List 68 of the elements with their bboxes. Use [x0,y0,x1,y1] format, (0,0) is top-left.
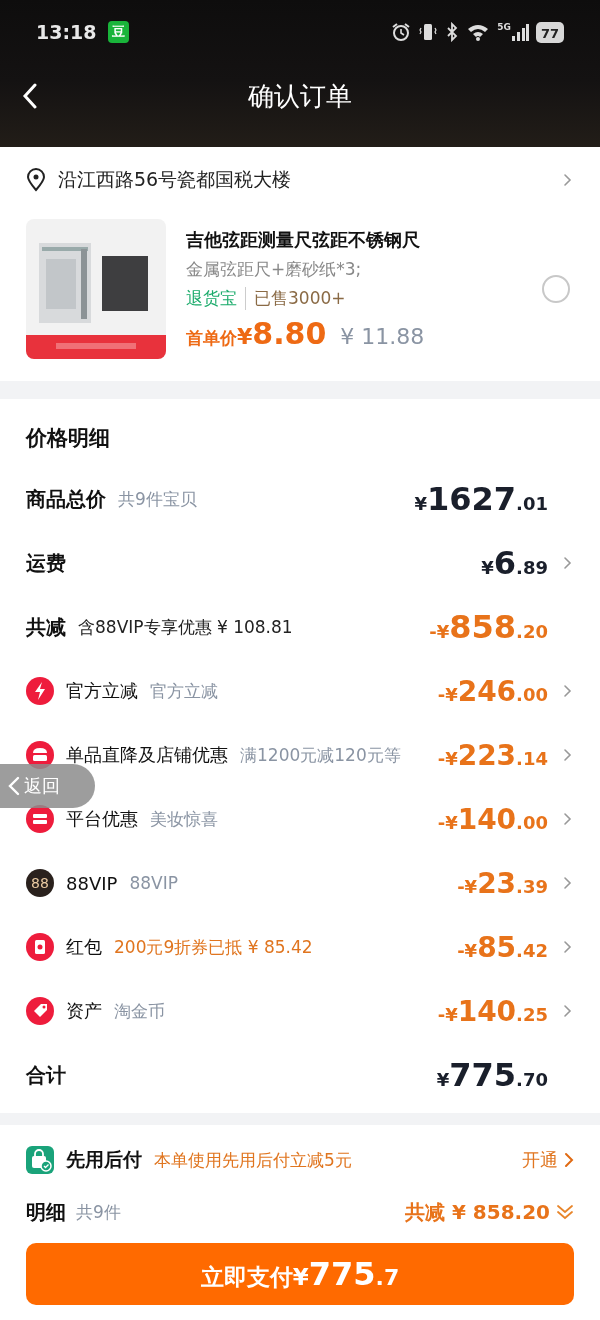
summary-label: 明细 [26,1198,66,1226]
row-note: 官方立减 [150,679,218,703]
product-spec: 金属弦距尺+磨砂纸*3; [186,257,363,281]
vip-badge-icon: 88 [26,869,54,897]
row-note: 满1200元减120元等 [240,743,401,767]
row-amount: -¥23.39 [457,866,548,900]
lightning-icon [26,677,54,705]
wifi-icon [466,22,491,42]
discount-toggle[interactable]: 共减 ¥ 858.20 [404,1198,574,1226]
row-label: 官方立减 [66,679,138,703]
back-icon [8,776,20,796]
row-amount: -¥246.00 [437,674,548,708]
row-amount: ¥775.70 [436,1056,548,1094]
envelope-icon [26,933,54,961]
row-label: 合计 [26,1061,66,1089]
product-price: ¥8.80 [237,315,327,351]
tag-icon [26,997,54,1025]
row-amount: -¥223.14 [437,738,548,772]
signal-icon [510,22,529,42]
section-title: 价格明细 [24,425,111,452]
row-label: 红包 [66,935,102,959]
row-note: 含88VIP专享优惠 ¥ 108.81 [78,615,293,639]
select-radio[interactable] [542,275,570,303]
row-note: 淘金币 [114,999,165,1023]
status-time: 13:18 [36,21,97,43]
row-label: 平台优惠 [66,807,138,831]
vibrate-icon [418,22,439,42]
pay-later-label: 先用后付 [66,1147,142,1172]
row-amount: ¥6.89 [481,544,548,582]
battery-indicator: 77 [535,21,564,43]
product-title: 吉他弦距测量尺弦距不锈钢尺 [186,227,421,252]
row-note: 共9件宝贝 [118,487,197,511]
row-label: 共减 [26,613,66,641]
row-note: 88VIP [129,873,178,893]
row-label: 资产 [66,999,102,1023]
pay-button[interactable]: 立即支付¥775.7 [26,1243,574,1305]
chevron-right-icon [562,173,572,187]
network-label: 5G [497,22,511,32]
row-amount: -¥858.20 [429,608,548,646]
row-amount: -¥140.25 [437,994,548,1028]
row-label: 商品总价 [26,485,106,513]
sold-count: 已售3000+ [254,286,346,310]
bluetooth-icon [445,22,460,42]
row-amount: -¥140.00 [437,802,548,836]
app-badge: 豆 [108,21,130,43]
page-title: 确认订单 [248,79,352,113]
location-pin-icon [26,168,46,192]
back-icon [22,83,38,109]
activate-link[interactable]: 开通 [522,1148,574,1172]
row-amount: ¥1627.01 [414,480,548,518]
row-amount: -¥85.42 [457,930,548,964]
original-price: ¥ 11.88 [340,323,425,349]
return-chip[interactable]: 返回 [0,764,95,808]
row-note: 美妆惊喜 [150,807,218,831]
address-row[interactable]: 沿江西路56号瓷都国税大楼 [0,147,600,209]
item-count: 共9件 [76,1200,122,1224]
row-label: 单品直降及店铺优惠 [66,743,228,767]
chevron-right-icon [564,1152,574,1168]
service-tag: 退货宝 [186,286,246,310]
double-chevron-icon [556,1203,574,1221]
pay-later-promo: 本单使用先用后付立减5元 [154,1148,353,1172]
price-label: 首单价 [186,326,237,350]
address-text: 沿江西路56号瓷都国税大楼 [58,167,293,192]
back-button[interactable] [22,83,38,109]
row-note: 200元9折券已抵 ¥ 85.42 [114,935,313,959]
alarm-icon [391,22,412,42]
row-label: 88VIP [66,872,118,894]
row-label: 运费 [26,549,66,577]
